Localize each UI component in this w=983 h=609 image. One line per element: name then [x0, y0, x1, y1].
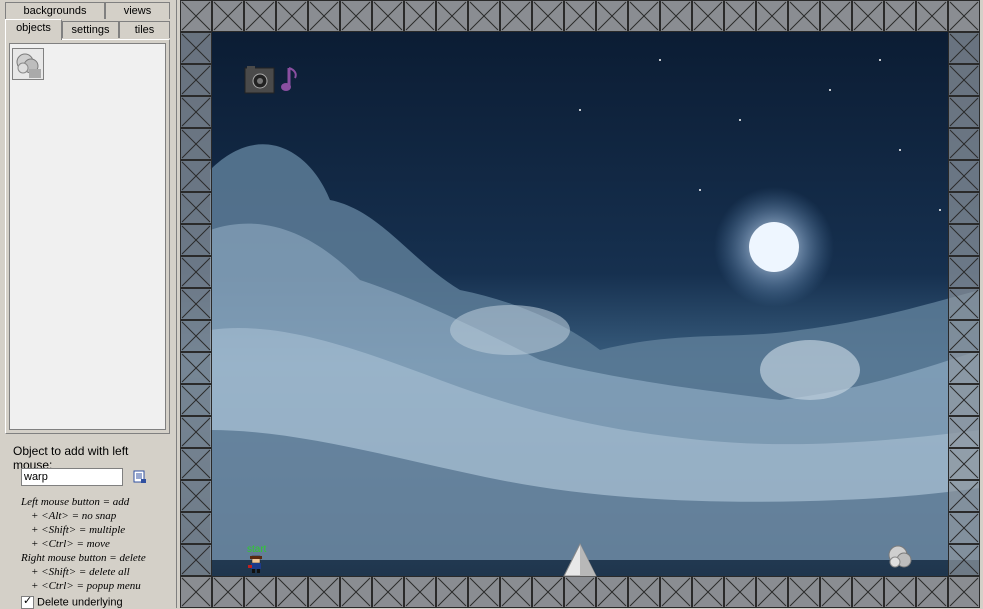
start-label: start — [247, 544, 267, 555]
checkbox-checked[interactable] — [21, 594, 34, 609]
camera-icon — [244, 66, 275, 94]
help-alt-no-snap: + <Alt> = no snap — [31, 510, 117, 522]
tab-objects[interactable]: objects — [5, 19, 62, 40]
help-left-add: Left mouse button = add — [21, 496, 130, 508]
warp-object-icon — [16, 53, 41, 78]
help-right-delete: Right mouse button = delete — [21, 552, 146, 564]
objects-tab-panel — [5, 39, 170, 434]
warp-object-thumbnail[interactable] — [12, 48, 44, 80]
room-canvas[interactable]: start — [180, 0, 980, 608]
top-wall-tiles — [180, 0, 980, 32]
left-panel: backgrounds views objects settings tiles… — [0, 0, 177, 609]
object-list[interactable] — [9, 43, 166, 430]
tab-tiles[interactable]: tiles — [119, 21, 170, 38]
object-options-panel: Object to add with left mouse: warp Left… — [5, 436, 170, 609]
delete-underlying-checkbox[interactable]: Delete underlying — [21, 594, 123, 609]
moon — [749, 222, 799, 272]
bottom-floor-tiles — [180, 576, 980, 608]
tab-backgrounds[interactable]: backgrounds — [5, 2, 105, 19]
tab-views[interactable]: views — [105, 2, 170, 19]
object-menu-icon[interactable] — [133, 470, 147, 484]
delete-underlying-label: Delete underlying — [37, 596, 123, 609]
room-view: start — [180, 0, 980, 608]
help-shift-multiple: + <Shift> = multiple — [31, 524, 126, 536]
object-select-field[interactable]: warp — [21, 468, 123, 486]
help-ctrl-move: + <Ctrl> = move — [31, 538, 110, 550]
tab-settings[interactable]: settings — [62, 21, 119, 38]
help-ctrl-popup-menu: + <Ctrl> = popup menu — [31, 580, 141, 592]
help-shift-delete-all: + <Shift> = delete all — [31, 566, 130, 578]
